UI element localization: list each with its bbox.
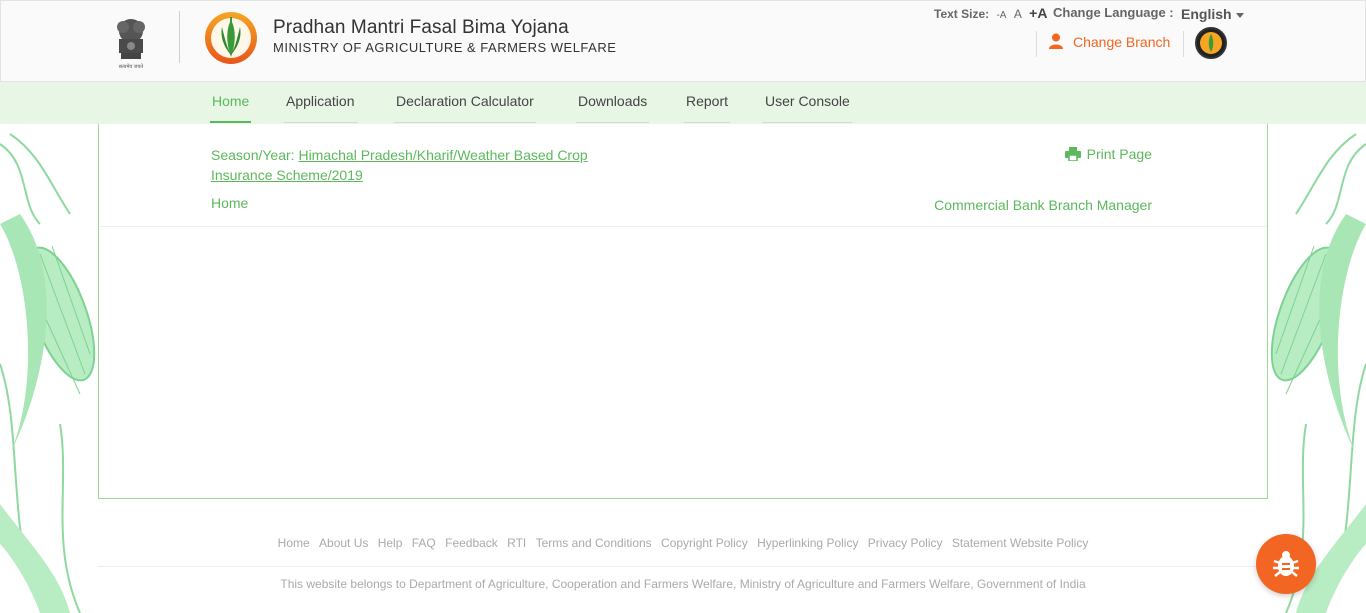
footer-link-home[interactable]: Home bbox=[278, 536, 310, 550]
pmfby-logo-icon bbox=[205, 12, 257, 64]
footer: Home About Us Help FAQ Feedback RTI Term… bbox=[98, 499, 1268, 613]
footer-link-terms[interactable]: Terms and Conditions bbox=[536, 536, 652, 550]
footer-link-feedback[interactable]: Feedback bbox=[445, 536, 498, 550]
text-size-controls: Text Size: -A A +A bbox=[934, 5, 1047, 21]
chevron-down-icon bbox=[1235, 12, 1244, 18]
nav-item-user-console[interactable]: User Console bbox=[763, 82, 852, 123]
app-subtitle: MINISTRY OF AGRICULTURE & FARMERS WELFAR… bbox=[273, 40, 617, 55]
bug-report-button[interactable] bbox=[1256, 534, 1316, 594]
season-year: Season/Year: Himachal Pradesh/Kharif/Wea… bbox=[211, 145, 641, 185]
header-divider bbox=[179, 11, 180, 63]
nav-item-home[interactable]: Home bbox=[210, 82, 252, 123]
season-year-label: Season/Year: bbox=[211, 147, 295, 163]
language-select[interactable]: English bbox=[1181, 6, 1244, 22]
footer-note: This website belongs to Department of Ag… bbox=[280, 577, 1086, 591]
printer-icon bbox=[1064, 147, 1081, 162]
footer-divider bbox=[98, 566, 1268, 567]
print-page-button[interactable]: Print Page bbox=[1064, 146, 1152, 162]
avatar-logo-icon bbox=[1200, 32, 1222, 54]
footer-link-help[interactable]: Help bbox=[378, 536, 403, 550]
national-emblem-icon: सत्यमेव जयते bbox=[117, 19, 145, 70]
content-card: Season/Year: Himachal Pradesh/Kharif/Wea… bbox=[98, 124, 1268, 499]
main-nav: Home Application Declaration Calculator … bbox=[0, 82, 1366, 124]
header: सत्यमेव जयते Pradhan Mantri Fasal Bima Y… bbox=[0, 0, 1366, 82]
nav-item-downloads[interactable]: Downloads bbox=[576, 82, 650, 123]
footer-link-statement[interactable]: Statement Website Policy bbox=[952, 536, 1089, 550]
nav-item-application[interactable]: Application bbox=[284, 82, 357, 123]
avatar[interactable] bbox=[1195, 27, 1227, 59]
footer-link-hyperlinking[interactable]: Hyperlinking Policy bbox=[757, 536, 858, 550]
breadcrumb-home[interactable]: Home bbox=[211, 195, 248, 211]
change-branch-button[interactable]: Change Branch bbox=[1047, 33, 1170, 50]
app-title: Pradhan Mantri Fasal Bima Yojana bbox=[273, 17, 569, 38]
bug-icon bbox=[1273, 551, 1299, 577]
footer-link-rti[interactable]: RTI bbox=[507, 536, 526, 550]
text-size-label: Text Size: bbox=[934, 7, 990, 21]
footer-link-faq[interactable]: FAQ bbox=[412, 536, 436, 550]
language-value: English bbox=[1181, 6, 1232, 22]
nav-item-report[interactable]: Report bbox=[684, 82, 731, 123]
header-separator bbox=[1036, 31, 1037, 57]
change-language-label: Change Language : bbox=[1053, 5, 1174, 20]
user-role: Commercial Bank Branch Manager bbox=[934, 197, 1152, 213]
text-size-decrease-button[interactable]: -A bbox=[996, 10, 1006, 21]
emblem-caption: सत्यमेव जयते bbox=[119, 63, 144, 70]
footer-link-privacy[interactable]: Privacy Policy bbox=[868, 536, 943, 550]
corn-decoration-left bbox=[0, 133, 96, 613]
text-size-normal-button[interactable]: A bbox=[1014, 7, 1022, 21]
print-page-label: Print Page bbox=[1086, 146, 1152, 162]
footer-link-copyright[interactable]: Copyright Policy bbox=[661, 536, 748, 550]
header-separator bbox=[1183, 31, 1184, 57]
footer-links: Home About Us Help FAQ Feedback RTI Term… bbox=[98, 536, 1268, 550]
user-icon bbox=[1049, 33, 1063, 49]
footer-link-about-us[interactable]: About Us bbox=[319, 536, 368, 550]
text-size-increase-button[interactable]: +A bbox=[1029, 5, 1047, 21]
card-divider bbox=[99, 226, 1267, 227]
change-branch-label: Change Branch bbox=[1073, 34, 1171, 50]
nav-item-declaration-calculator[interactable]: Declaration Calculator bbox=[394, 82, 536, 123]
